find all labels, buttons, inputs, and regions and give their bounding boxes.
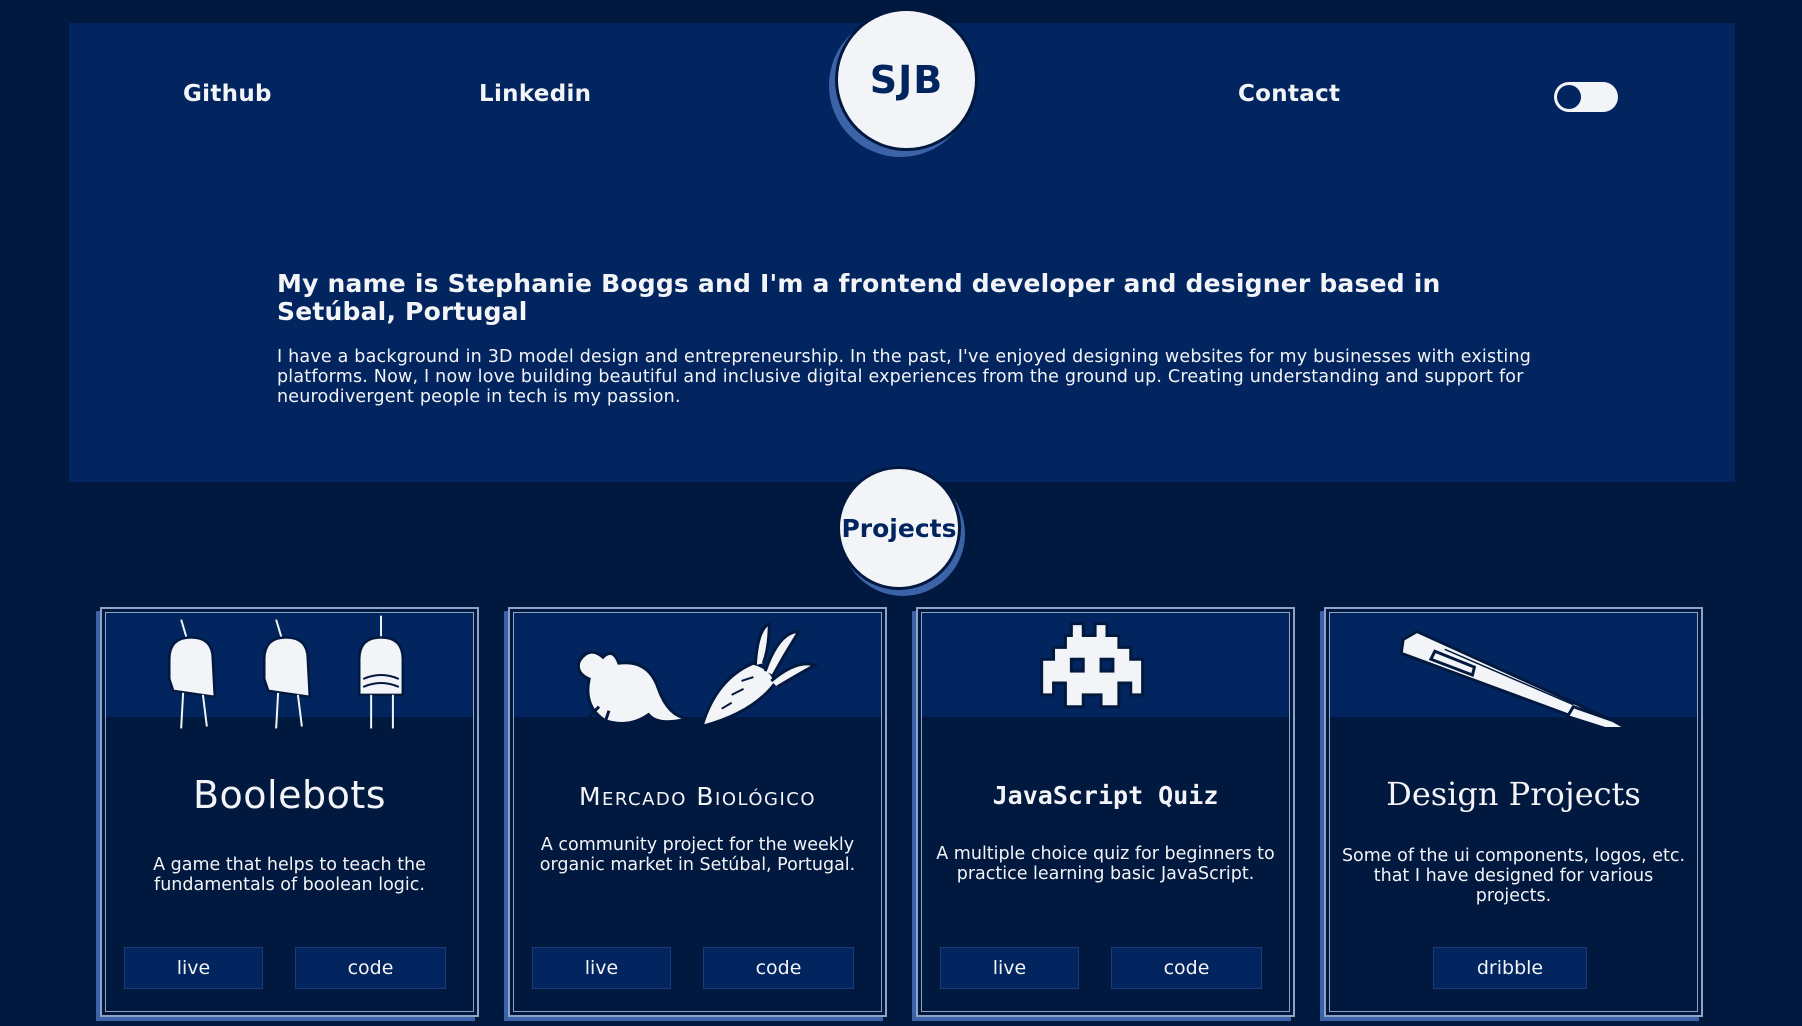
code-button[interactable]: code: [1111, 947, 1262, 989]
card-description: A multiple choice quiz for beginners to …: [936, 844, 1275, 884]
live-button[interactable]: live: [532, 947, 671, 989]
card-title: Boolebots: [192, 773, 387, 817]
card-description: A community project for the weekly organ…: [539, 835, 856, 875]
vegetables-icon: [576, 621, 819, 729]
project-card-design-projects: Design Projects Some of the ui component…: [1324, 607, 1703, 1017]
card-title: JavaScript Quiz: [992, 781, 1219, 810]
space-invader-icon: [1040, 622, 1145, 709]
project-card-boolebots: Boolebots A game that helps to teach the…: [100, 607, 479, 1017]
hero-headline: My name is Stephanie Boggs and I'm a fro…: [277, 269, 1441, 326]
theme-toggle[interactable]: [1554, 82, 1618, 112]
code-button[interactable]: code: [295, 947, 446, 989]
nav-contact-link[interactable]: Contact: [1238, 81, 1340, 107]
logo[interactable]: SJB: [835, 8, 978, 151]
project-card-javascript-quiz: JavaScript Quiz A multiple choice quiz f…: [916, 607, 1295, 1017]
hero-intro: I have a background in 3D model design a…: [277, 347, 1532, 407]
projects-heading: Projects: [837, 466, 961, 590]
card-title: Mercado Biológico: [578, 782, 817, 811]
dribble-button[interactable]: dribble: [1433, 947, 1587, 989]
pen-icon: [1399, 629, 1633, 730]
robots-icon: [168, 615, 405, 729]
card-description: A game that helps to teach the fundament…: [153, 855, 426, 895]
project-card-mercado-biologico: Mercado Biológico A community project fo…: [508, 607, 887, 1017]
nav-github-link[interactable]: Github: [183, 81, 272, 107]
code-button[interactable]: code: [703, 947, 854, 989]
live-button[interactable]: live: [124, 947, 263, 989]
nav-linkedin-link[interactable]: Linkedin: [479, 81, 591, 107]
toggle-knob: [1557, 85, 1581, 109]
card-description: Some of the ui components, logos, etc. t…: [1341, 846, 1686, 906]
live-button[interactable]: live: [940, 947, 1079, 989]
card-title: Design Projects: [1386, 775, 1641, 813]
